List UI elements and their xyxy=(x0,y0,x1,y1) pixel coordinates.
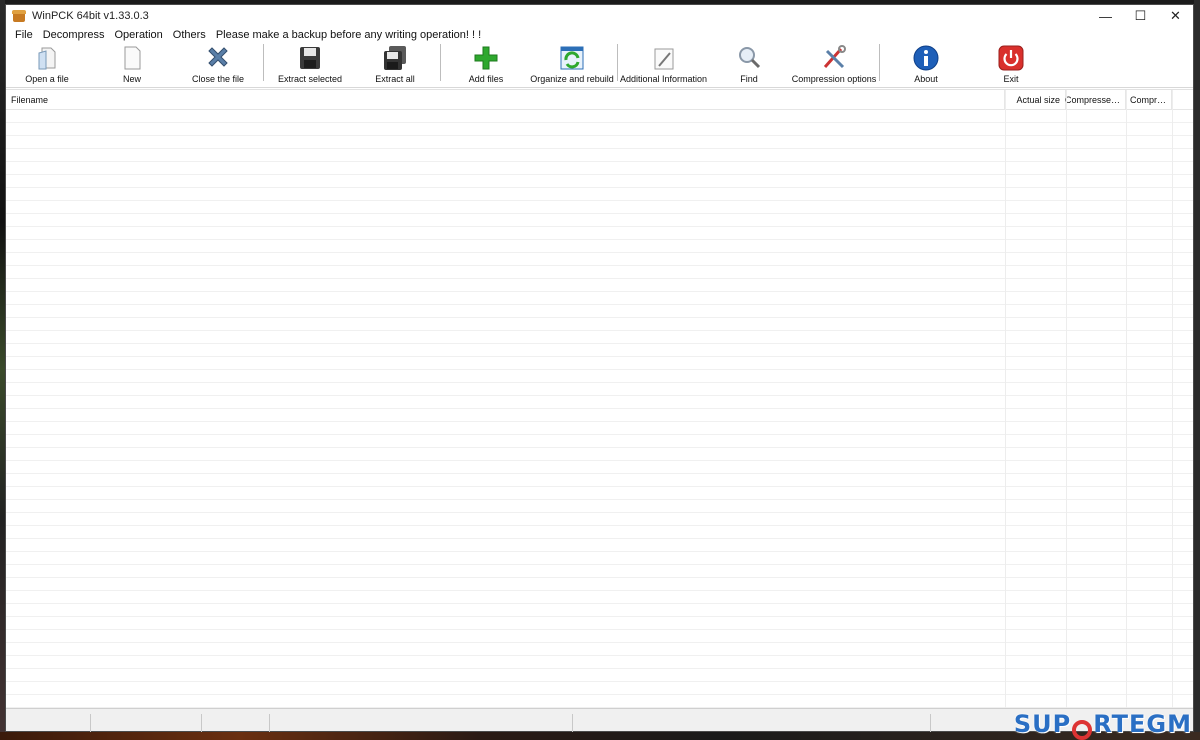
list-rows xyxy=(6,110,1193,709)
list-header: Filename Actual size Compresse… Compr… xyxy=(6,90,1193,110)
column-compression-ratio[interactable]: Compr… xyxy=(1126,90,1172,110)
status-divider xyxy=(269,714,270,732)
close-file-button[interactable]: Close the file xyxy=(191,43,245,88)
power-icon xyxy=(998,45,1024,71)
compression-options-button[interactable]: Compression options xyxy=(791,43,877,88)
extract-selected-button[interactable]: Extract selected xyxy=(276,43,344,88)
info-icon xyxy=(913,45,939,71)
minimize-button[interactable]: — xyxy=(1088,5,1123,27)
status-divider xyxy=(201,714,202,732)
column-filename-label: Filename xyxy=(11,95,49,105)
window-controls: — ☐ ✕ xyxy=(1088,5,1193,27)
exit-button[interactable]: Exit xyxy=(996,43,1026,88)
column-filename[interactable]: Filename xyxy=(6,90,1005,110)
find-label: Find xyxy=(740,74,758,84)
column-divider xyxy=(1172,90,1173,709)
column-actual-size[interactable]: Actual size xyxy=(1005,90,1066,110)
desktop-background-right xyxy=(1194,0,1200,740)
status-divider xyxy=(90,714,91,732)
pencil-note-icon xyxy=(651,45,677,71)
toolbar: Open a file New Close the file Extract s… xyxy=(6,43,1193,88)
menu-bar: File Decompress Operation Others Please … xyxy=(6,27,1193,43)
status-divider xyxy=(930,714,931,732)
tools-icon xyxy=(821,45,847,71)
compression-options-label: Compression options xyxy=(791,74,877,84)
rebuild-icon xyxy=(559,45,585,71)
find-button[interactable]: Find xyxy=(734,43,764,88)
new-file-icon xyxy=(119,45,145,71)
open-file-icon xyxy=(34,45,60,71)
title-bar[interactable]: WinPCK 64bit v1.33.0.3 — ☐ ✕ xyxy=(6,5,1193,27)
watermark-logo: SUP RTEGM xyxy=(1013,710,1192,740)
additional-info-label: Additional Information xyxy=(619,74,708,84)
close-file-label: Close the file xyxy=(191,74,245,84)
toolbar-separator xyxy=(879,44,880,81)
additional-info-button[interactable]: Additional Information xyxy=(619,43,708,88)
window-title: WinPCK 64bit v1.33.0.3 xyxy=(32,10,149,22)
organize-rebuild-label: Organize and rebuild xyxy=(530,74,614,84)
toolbar-separator xyxy=(617,44,618,81)
backup-warning: Please make a backup before any writing … xyxy=(215,29,482,41)
extract-all-label: Extract all xyxy=(375,74,415,84)
new-label: New xyxy=(122,74,141,84)
exit-label: Exit xyxy=(1003,74,1019,84)
add-files-label: Add files xyxy=(468,74,504,84)
status-divider xyxy=(572,714,573,732)
magnifier-icon xyxy=(736,45,762,71)
column-compressed-size[interactable]: Compresse… xyxy=(1064,90,1126,110)
watermark-text-left: SUP xyxy=(1013,710,1072,738)
organize-rebuild-button[interactable]: Organize and rebuild xyxy=(530,43,614,88)
close-button[interactable]: ✕ xyxy=(1158,5,1193,27)
column-divider xyxy=(1066,90,1067,709)
menu-others[interactable]: Others xyxy=(168,29,211,41)
column-divider xyxy=(1126,90,1127,709)
about-button[interactable]: About xyxy=(910,43,942,88)
menu-operation[interactable]: Operation xyxy=(109,29,167,41)
menu-decompress[interactable]: Decompress xyxy=(38,29,110,41)
extract-all-button[interactable]: Extract all xyxy=(372,43,418,88)
column-actual-size-label: Actual size xyxy=(1016,95,1060,105)
app-box-icon xyxy=(12,10,26,22)
new-button[interactable]: New xyxy=(112,43,152,88)
column-divider xyxy=(1005,90,1006,709)
about-label: About xyxy=(914,74,938,84)
watermark-text-right: RTEGM xyxy=(1093,710,1192,738)
winpck-window: WinPCK 64bit v1.33.0.3 — ☐ ✕ File Decomp… xyxy=(5,4,1194,732)
file-list[interactable]: Filename Actual size Compresse… Compr… xyxy=(6,89,1193,709)
green-plus-icon xyxy=(473,45,499,71)
toolbar-separator xyxy=(440,44,441,81)
open-file-label: Open a file xyxy=(25,74,69,84)
menu-file[interactable]: File xyxy=(10,29,38,41)
extract-selected-label: Extract selected xyxy=(277,74,343,84)
floppy-disk-icon xyxy=(297,45,323,71)
close-file-icon xyxy=(205,45,231,71)
column-compression-ratio-label: Compr… xyxy=(1129,95,1166,105)
column-compressed-size-label: Compresse… xyxy=(1064,95,1120,105)
maximize-button[interactable]: ☐ xyxy=(1123,5,1158,27)
toolbar-separator xyxy=(263,44,264,81)
add-files-button[interactable]: Add files xyxy=(466,43,506,88)
floppy-disks-icon xyxy=(382,45,408,71)
open-file-button[interactable]: Open a file xyxy=(21,43,73,88)
